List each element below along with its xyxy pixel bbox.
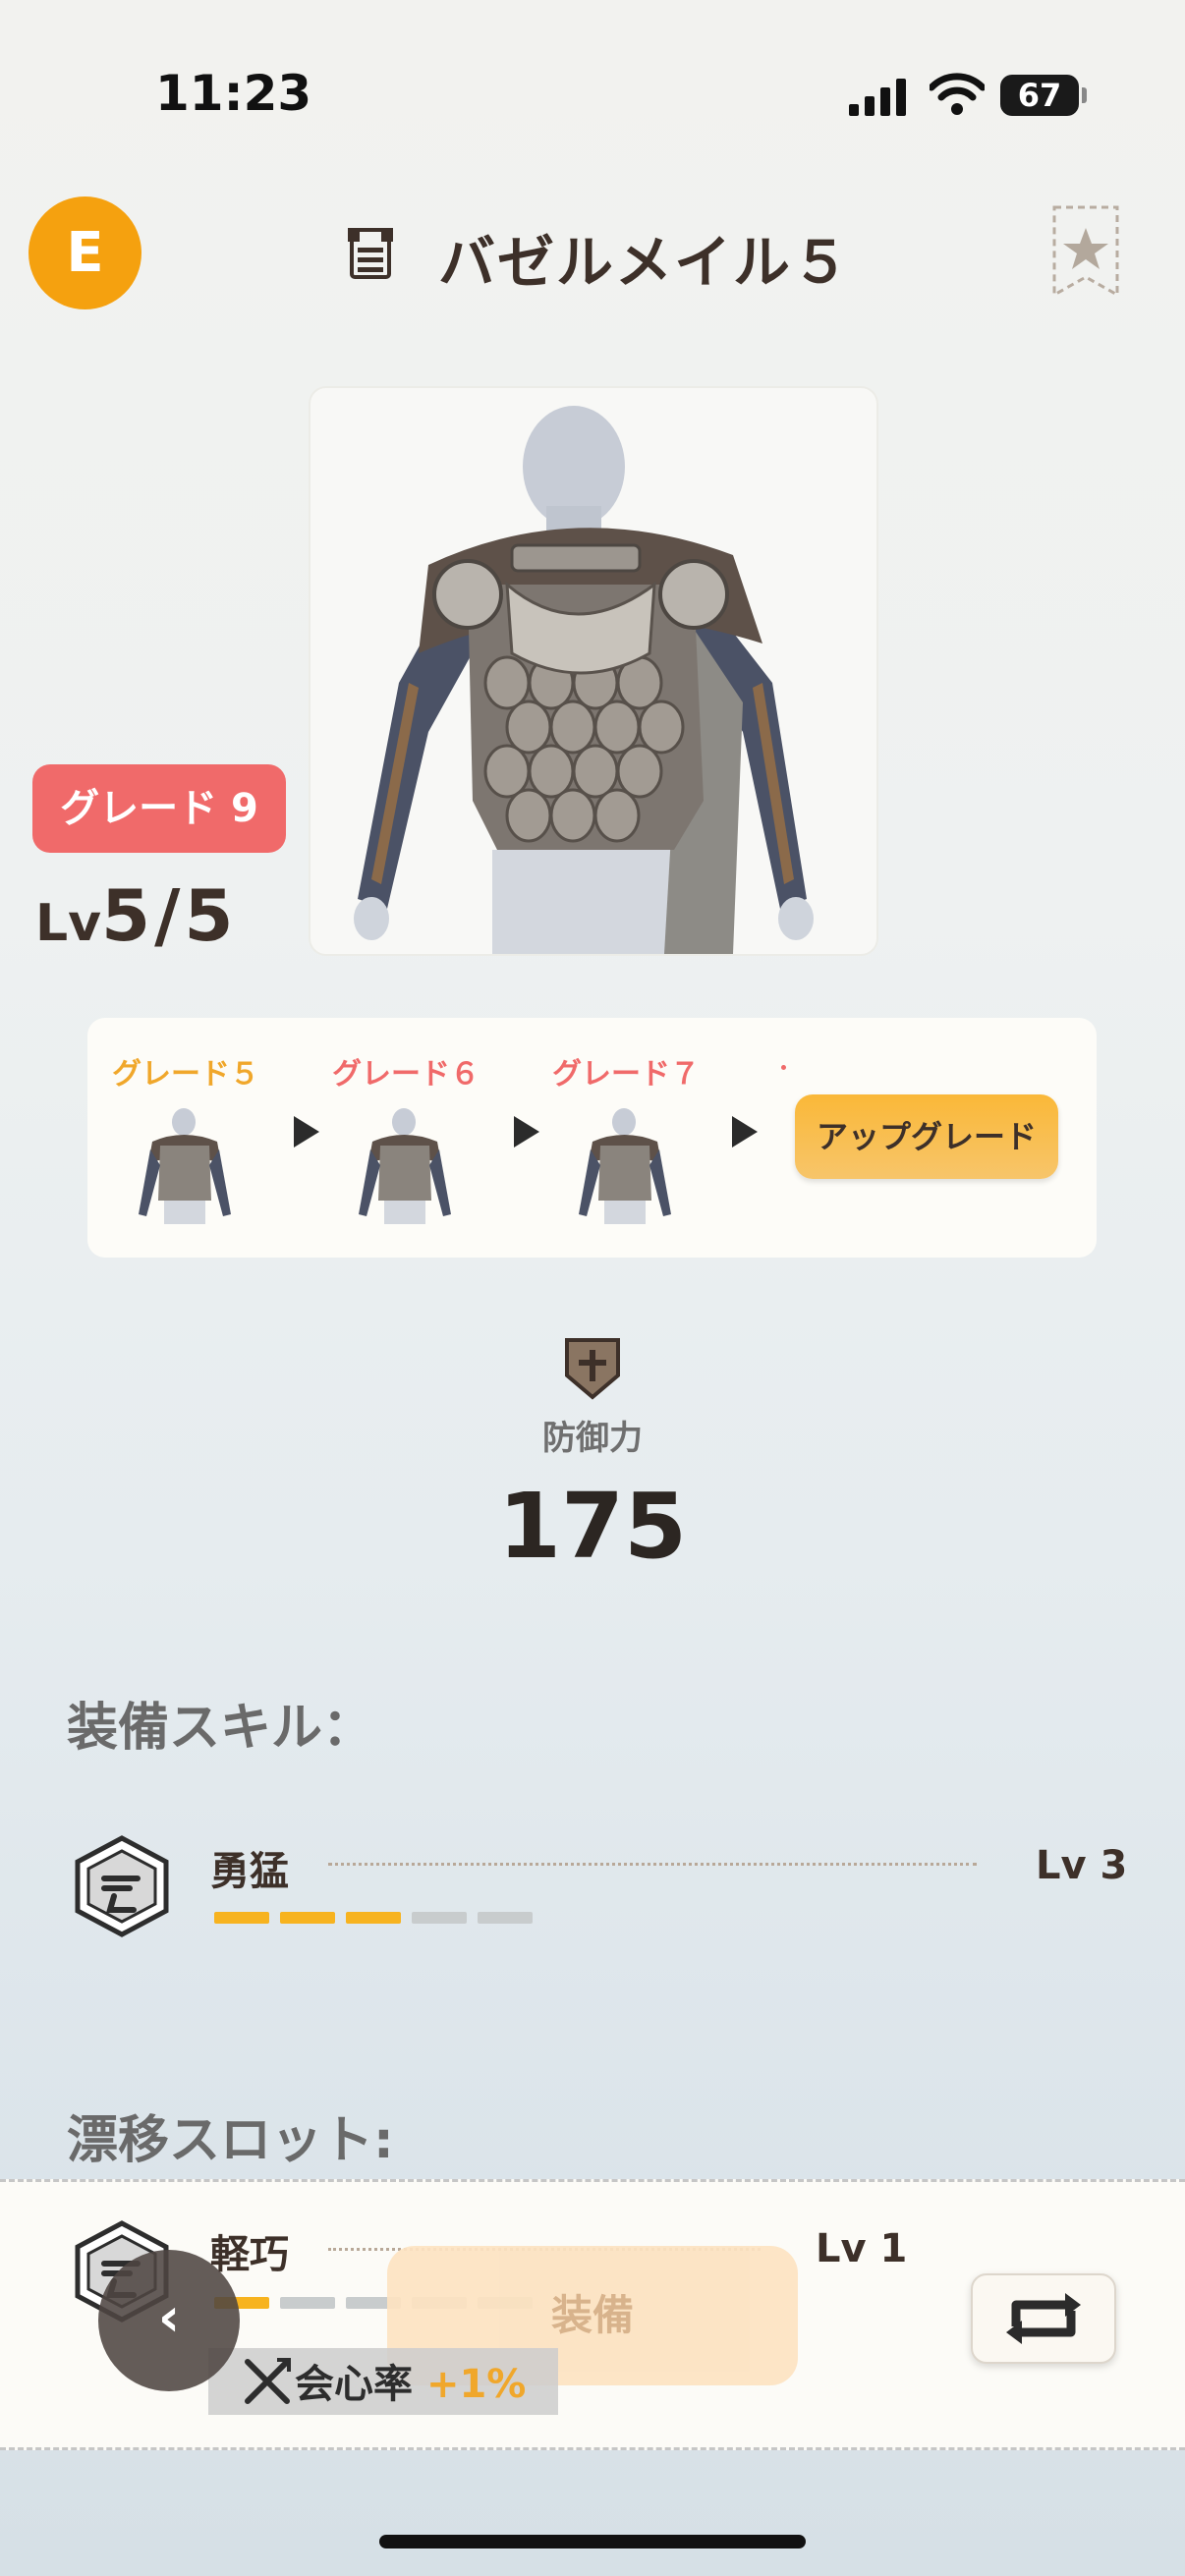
upgrade-step: グレード６ (308, 1049, 504, 1228)
rank-badge[interactable]: E (28, 196, 141, 309)
level-segment (478, 1912, 533, 1924)
crit-rate-label: 会心率 (295, 2362, 413, 2407)
armor-thumbnail (139, 1108, 231, 1224)
crit-rate-value: +1% (425, 2362, 527, 2407)
armor-category-icon (348, 228, 393, 279)
battery-indicator: 67 (1000, 75, 1087, 116)
swap-arrows-icon (1011, 2300, 1076, 2337)
shield-icon (565, 1338, 620, 1400)
defense-value: 175 (497, 1474, 688, 1579)
skill-name: 勇猛 (210, 1849, 289, 1894)
level-segment (346, 1912, 401, 1924)
drift-slots-title: 漂移スロット: (67, 2111, 394, 2170)
slot-skill-level: Lv 1 (816, 2226, 908, 2271)
chevron-left-icon: ‹ (157, 2286, 181, 2348)
favorite-bookmark-icon[interactable] (1051, 204, 1120, 299)
skill-hexagon-icon (75, 1835, 169, 1937)
wifi-icon (930, 73, 985, 115)
skill-row[interactable] (71, 1835, 173, 1941)
crit-rate-stat: 会心率 +1% (295, 2352, 526, 2409)
item-title: バゼルメイル５ (438, 229, 852, 296)
item-level: Lv5/5 (35, 874, 238, 957)
back-button[interactable]: ‹ (98, 2250, 240, 2391)
step-arrow-icon (732, 1116, 758, 1148)
crossed-swords-icon (245, 2358, 291, 2404)
upgrade-step: グレード５ (87, 1049, 284, 1228)
home-indicator (379, 2535, 806, 2548)
skill-leader-line (328, 1863, 977, 1866)
armor-thumbnail (359, 1108, 451, 1224)
level-segment (280, 2297, 335, 2309)
level-segment (412, 1912, 467, 1924)
slot-skill-name: 軽巧 (210, 2232, 289, 2277)
armor-image-card (309, 386, 878, 956)
skill-level-bar (214, 1912, 538, 1926)
level-value: 5/5 (101, 874, 238, 957)
swap-button[interactable] (971, 2273, 1116, 2364)
status-time: 11:23 (155, 65, 312, 122)
upgrade-path-card: グレード５ グレード６ グレード７ アップグレード (87, 1018, 1097, 1258)
skill-level: Lv 3 (1036, 1843, 1128, 1888)
step-label: グレード６ (332, 1057, 480, 1092)
defense-label: 防御力 (542, 1419, 643, 1458)
level-segment (214, 1912, 269, 1924)
level-segment (280, 1912, 335, 1924)
step-indicator-dot (781, 1065, 786, 1070)
upgrade-step: グレード７ (528, 1049, 724, 1228)
armor-thumbnail (579, 1108, 671, 1224)
level-prefix: Lv (35, 894, 102, 953)
armor-illustration (354, 406, 814, 954)
cellular-signal-icon (849, 79, 906, 116)
step-label: グレード７ (552, 1057, 700, 1092)
grade-badge: グレード 9 (32, 764, 286, 853)
equipment-skills-title: 装備スキル： (67, 1699, 374, 1758)
upgrade-button[interactable]: アップグレード (795, 1094, 1058, 1179)
step-label: グレード５ (112, 1057, 259, 1092)
